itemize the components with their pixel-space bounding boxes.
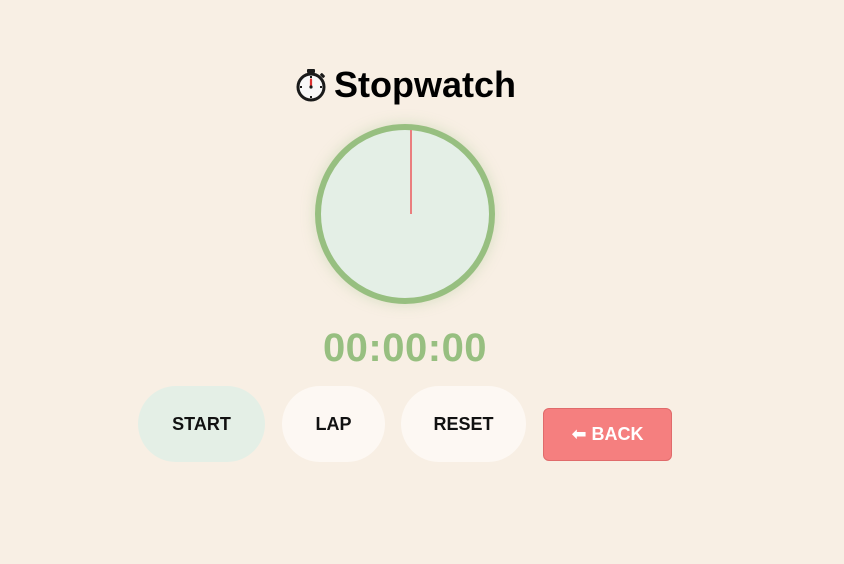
back-button[interactable]: ⬅ BACK: [543, 408, 672, 461]
lap-button[interactable]: LAP: [282, 386, 385, 462]
stopwatch-dial: [315, 124, 495, 304]
start-button[interactable]: START: [138, 386, 265, 462]
reset-button[interactable]: RESET: [401, 386, 526, 462]
title-text: Stopwatch: [333, 64, 516, 105]
seconds-hand: [410, 130, 412, 214]
page-title: Stopwatch: [0, 64, 810, 106]
stopwatch-icon: [294, 68, 328, 102]
time-display: 00:00:00: [322, 326, 488, 370]
